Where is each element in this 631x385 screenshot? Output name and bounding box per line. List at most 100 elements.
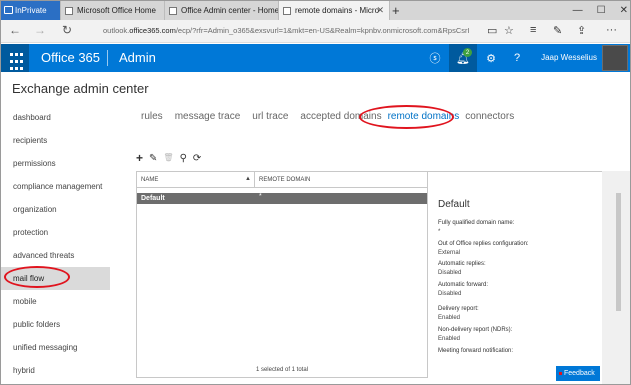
address-bar: ← → ↻ outlook.office365.com/ecp/?rfr=Adm… — [1, 20, 630, 43]
sidebar-item-label: public folders — [13, 320, 61, 329]
sidebar-nav: dashboard recipients permissions complia… — [1, 106, 110, 382]
detail-label: Non-delivery report (NDRs): — [438, 327, 513, 333]
help-icon[interactable]: ? — [503, 44, 531, 72]
app-launcher-icon[interactable] — [1, 44, 29, 72]
tab-url-trace[interactable]: url trace — [252, 111, 288, 125]
forward-arrow-icon[interactable]: → — [34, 23, 46, 37]
minimize-icon[interactable]: — — [573, 5, 583, 16]
notifications-bell-icon[interactable]: 🔔︎ 2 — [449, 44, 477, 72]
search-icon[interactable]: ⚲ — [180, 153, 187, 165]
page-title: Exchange admin center — [12, 81, 149, 96]
url-field[interactable]: outlook.office365.com/ecp/?rfr=Admin_o36… — [99, 23, 481, 40]
annotation-circle-mail-flow — [4, 266, 70, 288]
detail-value: * — [438, 229, 441, 235]
new-tab-button[interactable]: + — [392, 3, 400, 18]
tab-label: Microsoft Office Home — [77, 6, 156, 15]
browser-window: InPrivate Microsoft Office Home Office A… — [0, 0, 631, 385]
sidebar-item-compliance-management[interactable]: compliance management — [1, 175, 110, 198]
sidebar-item-public-folders[interactable]: public folders — [1, 313, 110, 336]
brand-title[interactable]: Office 365 — [41, 50, 100, 65]
tab-connectors[interactable]: connectors — [465, 111, 514, 125]
detail-label: Automatic replies: — [438, 261, 486, 267]
table-row[interactable]: Default * — [137, 193, 427, 204]
feedback-button[interactable]: Feedback — [556, 366, 600, 381]
tab-message-trace[interactable]: message trace — [175, 111, 241, 125]
web-note-icon[interactable]: ✎ — [553, 24, 562, 37]
sidebar-item-unified-messaging[interactable]: unified messaging — [1, 336, 110, 359]
sidebar-item-label: permissions — [13, 159, 56, 168]
detail-value: External — [438, 250, 461, 256]
column-divider — [254, 172, 255, 187]
close-window-icon[interactable]: ✕ — [620, 5, 628, 16]
sidebar-item-mobile[interactable]: mobile — [1, 290, 110, 313]
sidebar-item-hybrid[interactable]: hybrid — [1, 359, 110, 382]
remote-domains-grid: NAME ▲ REMOTE DOMAIN Default * 1 selecte… — [136, 171, 428, 378]
details-scrollbar[interactable] — [602, 171, 630, 384]
back-arrow-icon[interactable]: ← — [9, 23, 21, 37]
inprivate-icon — [4, 6, 13, 14]
skype-icon[interactable]: ⓢ — [421, 44, 449, 72]
url-prefix: outlook. — [103, 26, 130, 35]
favorites-star-icon[interactable]: ☆ — [504, 24, 514, 37]
tab-office-home[interactable]: Microsoft Office Home — [61, 1, 165, 20]
sidebar-item-label: protection — [13, 228, 49, 237]
section-title: Admin — [119, 50, 156, 65]
tab-label: remote domains - Micro — [295, 6, 380, 15]
sidebar-item-label: unified messaging — [13, 343, 78, 352]
header-divider — [107, 50, 108, 66]
details-title: Default — [438, 199, 470, 210]
user-name[interactable]: Jaap Wesselius — [541, 53, 597, 62]
detail-automatic-replies: Automatic replies: Disabled — [438, 260, 486, 278]
add-icon[interactable]: + — [136, 151, 143, 165]
sidebar-item-recipients[interactable]: recipients — [1, 129, 110, 152]
detail-value: Disabled — [438, 291, 462, 297]
url-path: /ecp/?rfr=Admin_o365&exsvurl=1&mkt=en-US… — [175, 26, 470, 35]
reading-view-icon[interactable]: ▭ — [487, 24, 497, 37]
cell-name: Default — [141, 195, 165, 202]
tab-remote-domains[interactable]: remote domains - Micro ✕ — [279, 1, 390, 20]
sort-ascending-icon[interactable]: ▲ — [245, 176, 251, 182]
annotation-circle-remote-domains — [359, 105, 454, 129]
office-favicon-icon — [65, 6, 73, 15]
tab-admin-center[interactable]: Office Admin center - Home — [165, 1, 279, 20]
edit-icon[interactable]: ✎ — [149, 153, 157, 165]
sidebar-item-label: advanced threats — [13, 251, 75, 260]
detail-automatic-forward: Automatic forward: Disabled — [438, 281, 488, 299]
share-icon[interactable]: ⇪ — [577, 24, 586, 37]
selection-status: 1 selected of 1 total — [255, 367, 309, 373]
sidebar-item-label: mobile — [13, 297, 37, 306]
sidebar-item-organization[interactable]: organization — [1, 198, 110, 221]
detail-label: Automatic forward: — [438, 282, 489, 288]
window-controls: — ☐ ✕ — [573, 1, 628, 20]
sidebar-item-protection[interactable]: protection — [1, 221, 110, 244]
refresh-icon[interactable]: ⟳ — [193, 153, 201, 165]
tab-inprivate[interactable]: InPrivate — [1, 1, 61, 20]
more-icon[interactable]: ··· — [606, 24, 617, 36]
detail-fqdn: Fully qualified domain name: * — [438, 219, 514, 237]
hub-icon[interactable]: ≡ — [530, 24, 536, 36]
tab-close-icon[interactable]: ✕ — [376, 5, 384, 16]
detail-oof-config: Out of Office replies configuration: Ext… — [438, 240, 529, 258]
detail-label: Meeting forward notification: — [438, 348, 514, 354]
refresh-icon[interactable]: ↻ — [62, 23, 72, 37]
sidebar-item-dashboard[interactable]: dashboard — [1, 106, 110, 129]
tab-label: Office Admin center - Home — [181, 6, 279, 15]
settings-gear-icon[interactable]: ⚙ — [477, 44, 505, 72]
detail-ndr: Non-delivery report (NDRs): Enabled — [438, 326, 512, 344]
sidebar-item-label: recipients — [13, 136, 48, 145]
sidebar-item-permissions[interactable]: permissions — [1, 152, 110, 175]
office-favicon-icon — [283, 6, 291, 15]
column-header-remote-domain[interactable]: REMOTE DOMAIN — [259, 177, 310, 183]
sidebar-item-advanced-threats[interactable]: advanced threats — [1, 244, 110, 267]
detail-value: Enabled — [438, 315, 461, 321]
scrollbar-thumb[interactable] — [616, 193, 621, 311]
detail-delivery-report: Delivery report: Enabled — [438, 305, 479, 323]
delete-icon[interactable]: 🗑 — [163, 153, 173, 165]
avatar[interactable] — [602, 45, 628, 71]
grid-header: NAME ▲ REMOTE DOMAIN — [137, 172, 427, 188]
column-header-name[interactable]: NAME — [141, 177, 158, 183]
tab-bar: InPrivate Microsoft Office Home Office A… — [1, 1, 630, 20]
tab-rules[interactable]: rules — [141, 111, 163, 125]
maximize-icon[interactable]: ☐ — [597, 5, 606, 16]
detail-label: Out of Office replies configuration: — [438, 241, 529, 247]
